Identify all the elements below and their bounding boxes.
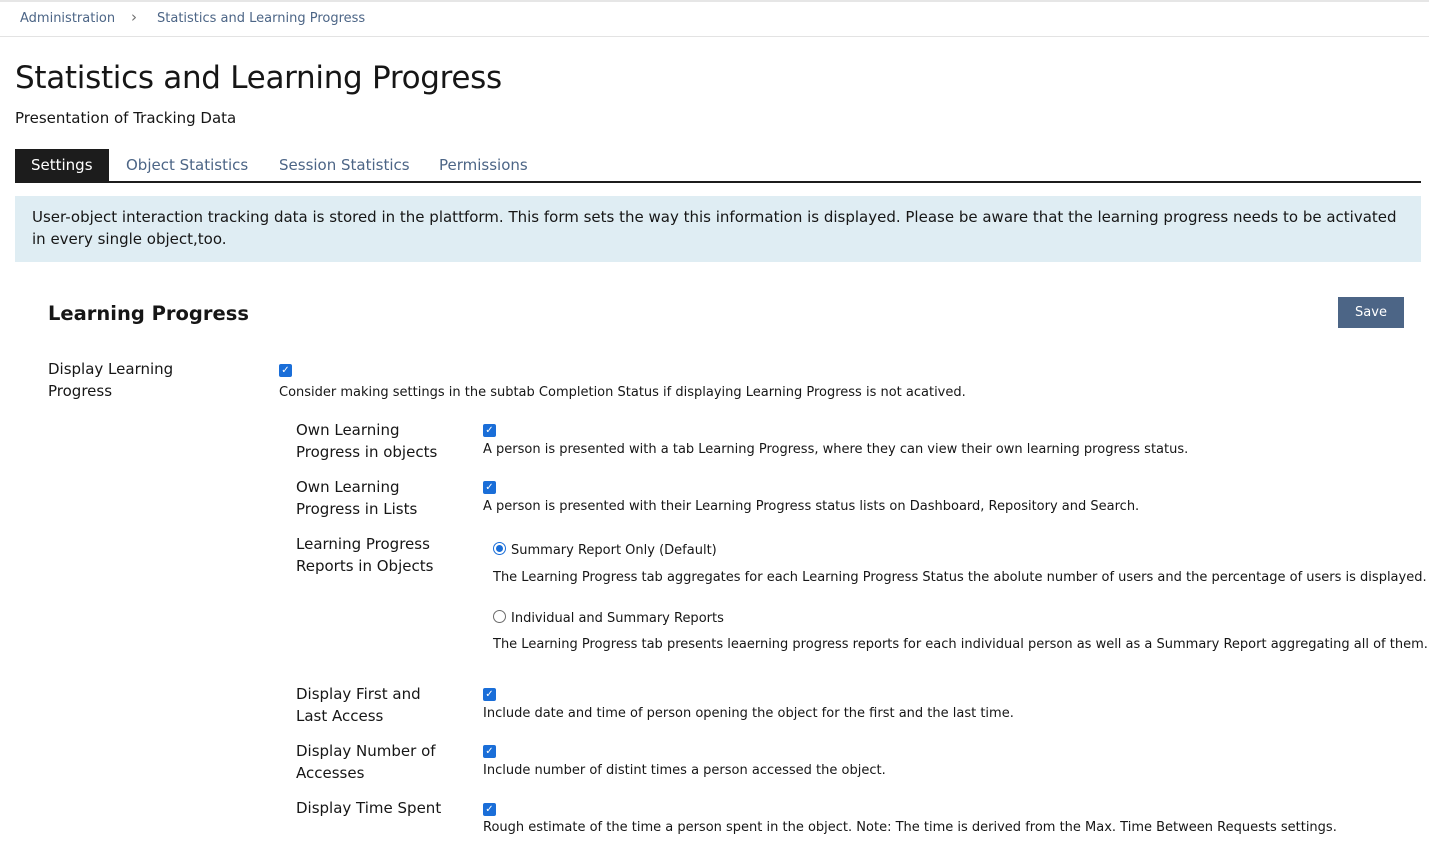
page-title: Statistics and Learning Progress bbox=[15, 60, 502, 96]
breadcrumb-statistics[interactable]: Statistics and Learning Progress bbox=[157, 11, 365, 26]
tab-settings[interactable]: Settings bbox=[15, 149, 109, 181]
summary-report-description: The Learning Progress tab aggregates for… bbox=[493, 570, 1427, 585]
breadcrumb: Administration › Statistics and Learning… bbox=[0, 2, 1429, 37]
summary-report-radio[interactable] bbox=[493, 542, 506, 555]
check-icon: ✓ bbox=[281, 365, 290, 376]
page-subtitle: Presentation of Tracking Data bbox=[15, 109, 237, 127]
display-lp-label: Display Learning Progress bbox=[48, 360, 174, 400]
first-last-access-description: Include date and time of person opening … bbox=[483, 706, 1014, 721]
display-lp-checkbox[interactable]: ✓ bbox=[279, 364, 292, 377]
own-lp-lists-label: Own Learning Progress in Lists bbox=[296, 478, 418, 518]
tab-session-statistics[interactable]: Session Statistics bbox=[263, 149, 426, 181]
check-icon: ✓ bbox=[485, 804, 494, 815]
own-lp-objects-description: A person is presented with a tab Learnin… bbox=[483, 442, 1189, 457]
info-message-text: User-object interaction tracking data is… bbox=[32, 208, 1397, 248]
time-spent-label: Display Time Spent bbox=[296, 799, 442, 817]
individual-report-description: The Learning Progress tab presents leaer… bbox=[493, 637, 1428, 652]
num-accesses-description: Include number of distint times a person… bbox=[483, 763, 886, 778]
breadcrumb-administration[interactable]: Administration bbox=[20, 11, 115, 26]
info-message: User-object interaction tracking data is… bbox=[15, 196, 1421, 262]
individual-report-label[interactable]: Individual and Summary Reports bbox=[511, 611, 724, 626]
lp-reports-label: Learning Progress Reports in Objects bbox=[296, 535, 434, 575]
own-lp-lists-checkbox[interactable]: ✓ bbox=[483, 481, 496, 494]
summary-report-label[interactable]: Summary Report Only (Default) bbox=[511, 543, 717, 558]
own-lp-objects-checkbox[interactable]: ✓ bbox=[483, 424, 496, 437]
check-icon: ✓ bbox=[485, 482, 494, 493]
first-last-access-label: Display First and Last Access bbox=[296, 685, 421, 725]
check-icon: ✓ bbox=[485, 689, 494, 700]
display-lp-description: Consider making settings in the subtab C… bbox=[279, 385, 966, 400]
first-last-access-checkbox[interactable]: ✓ bbox=[483, 688, 496, 701]
check-icon: ✓ bbox=[485, 425, 494, 436]
own-lp-lists-description: A person is presented with their Learnin… bbox=[483, 499, 1140, 514]
check-icon: ✓ bbox=[485, 746, 494, 757]
time-spent-checkbox[interactable]: ✓ bbox=[483, 803, 496, 816]
tab-object-statistics[interactable]: Object Statistics bbox=[110, 149, 264, 181]
tab-bar: Settings Object Statistics Session Stati… bbox=[15, 149, 1421, 183]
num-accesses-checkbox[interactable]: ✓ bbox=[483, 745, 496, 758]
tab-permissions[interactable]: Permissions bbox=[423, 149, 544, 181]
time-spent-description: Rough estimate of the time a person spen… bbox=[483, 820, 1337, 835]
own-lp-objects-label: Own Learning Progress in objects bbox=[296, 421, 438, 461]
save-button[interactable]: Save bbox=[1338, 297, 1404, 328]
individual-report-radio[interactable] bbox=[493, 610, 506, 623]
num-accesses-label: Display Number of Accesses bbox=[296, 742, 436, 782]
section-title: Learning Progress bbox=[48, 302, 249, 325]
chevron-right-icon: › bbox=[131, 8, 137, 26]
